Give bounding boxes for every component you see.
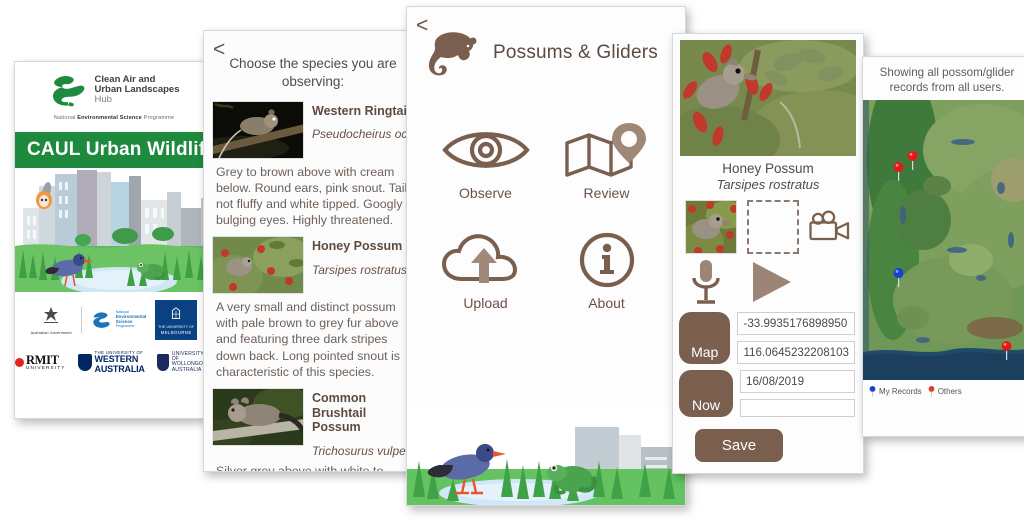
logo-nesp: National Environmental Science Programme bbox=[91, 310, 146, 330]
possum-silhouette-icon bbox=[428, 32, 477, 76]
species-scientific-name: Pseudocheirus occidentalis bbox=[312, 127, 414, 142]
splash-screen-panel: Clean Air and Urban Landscapes Hub Natio… bbox=[14, 61, 214, 419]
list-item[interactable]: Western Ringtail Possum Pseudocheirus oc… bbox=[204, 97, 422, 233]
my-record-pin[interactable] bbox=[893, 268, 904, 288]
species-thumbnail bbox=[212, 236, 304, 295]
longitude-field[interactable]: 116.0645232208103 bbox=[737, 341, 855, 364]
blue-pin-icon bbox=[869, 386, 876, 398]
species-thumbnail bbox=[212, 100, 304, 159]
species-scientific-name: Tarsipes rostratus bbox=[312, 262, 407, 277]
species-description: A very small and distinct possum with pa… bbox=[216, 300, 400, 379]
menu-tile-observe[interactable]: Observe bbox=[425, 121, 546, 201]
latitude-field[interactable]: -33.9935176898950 bbox=[737, 312, 855, 335]
logo-uwa: THE UNIVERSITY OF WESTERN AUSTRALIA bbox=[77, 350, 145, 374]
uwa-l3: AUSTRALIA bbox=[94, 363, 145, 374]
species-photo bbox=[680, 40, 856, 156]
rmit-dot-icon bbox=[15, 357, 24, 367]
add-photo-placeholder-icon[interactable] bbox=[747, 200, 799, 254]
app-title-banner: CAUL Urban Wildlife bbox=[15, 132, 213, 168]
back-button[interactable]: < bbox=[416, 15, 428, 36]
partner-logos: Australian Government National Environme… bbox=[15, 292, 213, 380]
programme-bold: Environmental Science bbox=[77, 115, 142, 121]
legend-my-records: My Records bbox=[869, 386, 922, 398]
observation-form-panel: Honey Possum Tarsipes rostratus Map -33.… bbox=[672, 33, 864, 474]
menu-header: Possums & Gliders bbox=[407, 7, 685, 77]
record-pin-1[interactable] bbox=[893, 161, 904, 181]
save-row: Save bbox=[673, 417, 863, 462]
logo-rmit-university: RMIT UNIVERSITY bbox=[15, 354, 66, 371]
species-scientific-name: Tarsipes rostratus bbox=[716, 177, 820, 192]
menu-tile-label: Review bbox=[583, 185, 630, 201]
footer-illustration bbox=[407, 409, 685, 505]
logo-university-of-melbourne: THE UNIVERSITY OF MELBOURNE bbox=[155, 300, 198, 340]
uow-crest-icon bbox=[156, 353, 169, 371]
melb-l2: MELBOURNE bbox=[160, 329, 192, 335]
menu-tile-label: Observe bbox=[459, 185, 512, 201]
eye-icon bbox=[441, 132, 530, 168]
melb-l1: THE UNIVERSITY OF bbox=[158, 324, 195, 329]
species-description: Grey to brown above with cream below. Ro… bbox=[216, 164, 408, 227]
menu-tile-review[interactable]: Review bbox=[546, 121, 667, 201]
map-pin-icon bbox=[564, 123, 646, 177]
record-pin-2[interactable] bbox=[907, 150, 918, 170]
uwa-crest-icon bbox=[77, 353, 92, 371]
red-pin-icon bbox=[928, 386, 935, 398]
species-thumbnail bbox=[212, 387, 304, 446]
microphone-icon[interactable] bbox=[689, 258, 723, 306]
legend-label: Others bbox=[937, 387, 962, 397]
map-button[interactable]: Map bbox=[679, 312, 731, 364]
media-row-top bbox=[673, 192, 863, 254]
logo-divider bbox=[80, 307, 82, 333]
species-chooser-panel: < Choose the species you are observing: bbox=[203, 30, 423, 472]
info-circle-icon bbox=[579, 232, 634, 288]
map-legend: My Records Others bbox=[863, 380, 1024, 398]
rmit-l2: UNIVERSITY bbox=[25, 365, 66, 371]
play-triangle-icon[interactable] bbox=[747, 258, 795, 306]
video-camera-icon[interactable] bbox=[809, 207, 851, 247]
save-button[interactable]: Save bbox=[695, 429, 783, 462]
species-common-name: Honey Possum bbox=[312, 239, 403, 254]
photo-thumbnail[interactable] bbox=[685, 200, 737, 254]
date-field[interactable]: 16/08/2019 bbox=[740, 370, 855, 393]
page-title: Possums & Gliders bbox=[493, 42, 658, 63]
gov-caption: Australian Government bbox=[30, 330, 72, 335]
species-common-name: Western Ringtail Possum bbox=[312, 103, 414, 118]
now-button[interactable]: Now bbox=[679, 370, 733, 417]
location-time-fields: Map -33.9935176898950 116.0645232208103 … bbox=[673, 306, 863, 417]
legend-others: Others bbox=[928, 386, 962, 398]
record-pin-3[interactable] bbox=[1001, 340, 1012, 360]
map-note: Showing all possom/glider records from a… bbox=[879, 66, 1015, 95]
caul-branding: Clean Air and Urban Landscapes Hub Natio… bbox=[15, 62, 213, 125]
species-common-name: Honey Possum bbox=[722, 161, 814, 176]
menu-tile-label: Upload bbox=[463, 295, 508, 311]
menu-tile-upload[interactable]: Upload bbox=[425, 231, 546, 311]
back-button[interactable]: < bbox=[213, 39, 225, 60]
nesp-l4: Programme bbox=[115, 323, 135, 328]
app-screenshot-collage: Clean Air and Urban Landscapes Hub Natio… bbox=[0, 0, 1024, 524]
time-field[interactable] bbox=[740, 399, 855, 417]
cloud-upload-icon bbox=[441, 234, 517, 283]
satellite-map[interactable] bbox=[863, 100, 1024, 381]
media-row-bottom bbox=[673, 254, 863, 306]
species-heading: Choose the species you are observing: bbox=[229, 56, 397, 89]
list-item[interactable]: Common Brushtail Possum Trichosurus vulp… bbox=[204, 384, 422, 472]
list-item[interactable]: Honey Possum Tarsipes rostratus A very s… bbox=[204, 232, 422, 384]
species-description: Silver grey above with white to cream ch… bbox=[216, 464, 384, 472]
legend-label: My Records bbox=[879, 387, 922, 397]
urban-wildlife-illustration bbox=[15, 168, 213, 292]
logo-australian-government: Australian Government bbox=[31, 306, 72, 335]
caul-hub-logo-icon bbox=[52, 76, 84, 107]
menu-tile-about[interactable]: About bbox=[546, 231, 667, 311]
main-menu-panel: < Possums & Gliders Observe Review Uploa… bbox=[406, 6, 686, 506]
menu-tile-grid: Observe Review Upload About bbox=[407, 77, 685, 311]
species-common-name: Common Brushtail Possum bbox=[312, 390, 367, 435]
records-map-panel: Showing all possom/glider records from a… bbox=[862, 56, 1024, 437]
species-scientific-name: Trichosurus vulpecula bbox=[312, 444, 414, 458]
logo-line-3: Hub bbox=[94, 94, 112, 106]
menu-tile-label: About bbox=[588, 295, 625, 311]
programme-line: National Environmental Science Programme bbox=[53, 115, 175, 121]
